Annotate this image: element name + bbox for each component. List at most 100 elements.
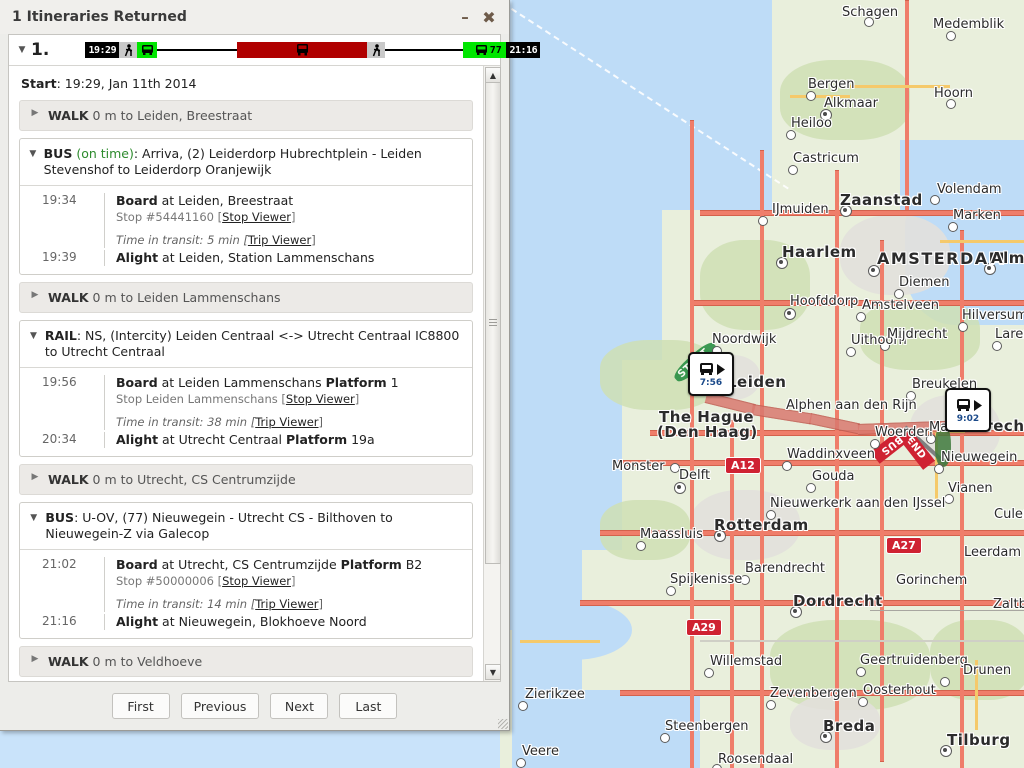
previous-button[interactable]: Previous xyxy=(180,693,260,719)
map-label: Leiden xyxy=(727,373,787,391)
timeline-rail-segment[interactable] xyxy=(237,42,368,58)
step-action-detail: at Utrecht Centraal xyxy=(158,432,287,447)
close-button[interactable]: ✖ xyxy=(479,7,499,27)
map-label: Woerden xyxy=(875,425,933,440)
transit-leg-body: 19:34 Board at Leiden, Breestraat Stop #54… xyxy=(20,186,472,274)
walk-leg-detail: 0 m to Leiden, Breestraat xyxy=(88,108,253,123)
scrollbar-thumb[interactable] xyxy=(485,82,501,564)
map-label: Medemblik xyxy=(933,17,1005,32)
map-label: Barendrecht xyxy=(745,561,825,576)
train-icon xyxy=(699,362,713,375)
resize-handle[interactable] xyxy=(498,719,508,729)
timeline-end-time: 21:16 xyxy=(506,42,541,58)
train-icon xyxy=(296,43,308,55)
map-label: Vianen xyxy=(948,481,993,496)
map-label: Laren xyxy=(995,327,1024,342)
scrollbar-grip xyxy=(489,319,497,327)
itinerary-leg: ▶ WALK 0 m to Leiden, Breestraat xyxy=(19,100,473,131)
map-label: Steenbergen xyxy=(665,719,749,734)
itineraries-window: 1 Itineraries Returned – ✖ ▼ 1. 19:29 77… xyxy=(0,0,541,731)
bus-icon xyxy=(475,44,487,55)
step-platform-label: Platform xyxy=(340,557,402,572)
walk-leg-header[interactable]: ▶ WALK 0 m to Veldhoeve xyxy=(19,646,473,677)
next-button[interactable]: Next xyxy=(270,693,329,719)
leg-expand-caret[interactable]: ▶ xyxy=(28,108,42,118)
first-button[interactable]: First xyxy=(111,693,170,719)
step-time: 19:34 xyxy=(42,193,77,207)
walk-leg-header[interactable]: ▶ WALK 0 m to Leiden Lammenschans xyxy=(19,282,473,313)
map-label: Waddinxveen xyxy=(787,447,875,462)
vertical-scrollbar[interactable]: ▲ ▼ xyxy=(483,66,501,681)
stop-viewer-link[interactable]: Stop Viewer xyxy=(286,392,355,406)
transit-leg-header[interactable]: ▼ BUS (on time): Arriva, (2) Leiderdorp H… xyxy=(20,139,472,186)
map-label: IJmuiden xyxy=(772,202,829,217)
step-action: Board xyxy=(116,193,158,208)
step-stop-line: Stop #50000006 [Stop Viewer] xyxy=(116,573,464,589)
bus-marker[interactable]: 9:02 xyxy=(945,388,991,432)
map-label: Veere xyxy=(522,744,559,759)
timeline-connector-1 xyxy=(157,49,238,51)
stop-id-text: Stop #54441160 [ xyxy=(116,210,223,224)
step-time: 21:16 xyxy=(42,614,77,628)
timeline-bus-segment-1[interactable] xyxy=(137,42,158,58)
trip-viewer-link[interactable]: Trip Viewer xyxy=(255,415,318,429)
step-transit-line: Time in transit: 38 min [Trip Viewer] xyxy=(116,414,464,430)
leg-collapse-caret[interactable]: ▼ xyxy=(28,328,39,344)
leg-expand-caret[interactable]: ▶ xyxy=(28,472,42,482)
leg-mode: BUS xyxy=(45,510,75,525)
timeline-walk-segment-2[interactable] xyxy=(367,42,386,58)
leg-collapse-caret[interactable]: ▼ xyxy=(28,146,38,162)
step-divider xyxy=(104,432,105,448)
rail-marker[interactable]: 7:56 xyxy=(688,352,734,396)
map-label: Spijkenisse xyxy=(670,572,743,587)
stop-viewer-link[interactable]: Stop Viewer xyxy=(222,574,291,588)
itinerary-panel: ▼ 1. 19:29 77 21:16 Start: 19:29, Jan 11… xyxy=(8,34,541,682)
itinerary-summary-row[interactable]: ▼ 1. 19:29 77 21:16 xyxy=(9,35,541,66)
map-label: Roosendaal xyxy=(718,752,794,767)
leg-collapse-caret[interactable]: ▼ xyxy=(28,510,39,526)
map-label: Zaanstad xyxy=(840,191,923,209)
leg-expand-caret[interactable]: ▶ xyxy=(28,290,42,300)
step-action: Alight xyxy=(116,614,159,629)
leg-expand-caret[interactable]: ▶ xyxy=(28,654,42,664)
stop-viewer-link[interactable]: Stop Viewer xyxy=(222,210,291,224)
map-label: Oosterhout xyxy=(863,683,936,698)
leg-step-row: 21:16 Alight at Nieuwegein, Blokhoeve Noo… xyxy=(20,613,472,631)
transit-leg-header[interactable]: ▼ RAIL: NS, (Intercity) Leiden Centraal <… xyxy=(20,321,472,368)
itinerary-scroll-area: Start: 19:29, Jan 11th 2014 ▶ WALK 0 m to… xyxy=(9,66,501,681)
step-action-line: Alight at Nieuwegein, Blokhoeve Noord xyxy=(116,614,464,630)
timeline-connector-2 xyxy=(385,49,464,51)
timeline-walk-segment-1[interactable] xyxy=(119,42,138,58)
map-label: Dordrecht xyxy=(793,592,883,610)
start-line: Start: 19:29, Jan 11th 2014 xyxy=(21,76,473,91)
transit-leg-header[interactable]: ▼ BUS: U-OV, (77) Nieuwegein - Utrecht CS… xyxy=(20,503,472,550)
scroll-up-button[interactable]: ▲ xyxy=(485,67,501,83)
walk-leg-header[interactable]: ▶ WALK 0 m to Leiden, Breestraat xyxy=(19,100,473,131)
minimize-button[interactable]: – xyxy=(455,7,475,27)
trip-viewer-link[interactable]: Trip Viewer xyxy=(248,233,311,247)
step-action-detail: at Nieuwegein, Blokhoeve Noord xyxy=(158,614,367,629)
stop-id-text: Stop Leiden Lammenschans [ xyxy=(116,392,286,406)
leg-mode: BUS xyxy=(43,146,73,161)
transit-line-suffix: ] xyxy=(318,597,324,611)
trip-viewer-link[interactable]: Trip Viewer xyxy=(255,597,318,611)
itinerary-leg: ▶ WALK 0 m to Utrecht, CS Centrumzijde xyxy=(19,464,473,495)
transit-line-suffix: ] xyxy=(311,233,316,247)
last-button[interactable]: Last xyxy=(339,693,398,719)
transit-line-suffix: ] xyxy=(318,415,324,429)
map-label: Culemborg xyxy=(994,507,1024,522)
map-label: Mijdrecht xyxy=(887,327,948,342)
itinerary-timeline-bar[interactable]: 19:29 77 21:16 xyxy=(51,39,541,61)
transit-leg-body: 21:02 Board at Utrecht, CS Centrumzijde P… xyxy=(20,550,472,638)
start-label: Start xyxy=(21,76,57,91)
play-arrow-icon xyxy=(716,363,725,375)
transit-leg-title: RAIL: NS, (Intercity) Leiden Centraal <-… xyxy=(45,328,464,360)
window-titlebar[interactable]: 1 Itineraries Returned – ✖ xyxy=(0,0,509,34)
step-text: Board at Leiden Lammenschans Platform 1S… xyxy=(116,375,464,430)
time-in-transit-text: Time in transit: 14 min [ xyxy=(116,597,256,611)
step-text: Alight at Leiden, Station Lammenschans xyxy=(116,250,464,266)
itinerary-collapse-caret[interactable]: ▼ xyxy=(15,45,29,55)
scroll-down-button[interactable]: ▼ xyxy=(485,664,501,680)
map-label: Alkmaar xyxy=(824,96,878,111)
walk-leg-header[interactable]: ▶ WALK 0 m to Utrecht, CS Centrumzijde xyxy=(19,464,473,495)
